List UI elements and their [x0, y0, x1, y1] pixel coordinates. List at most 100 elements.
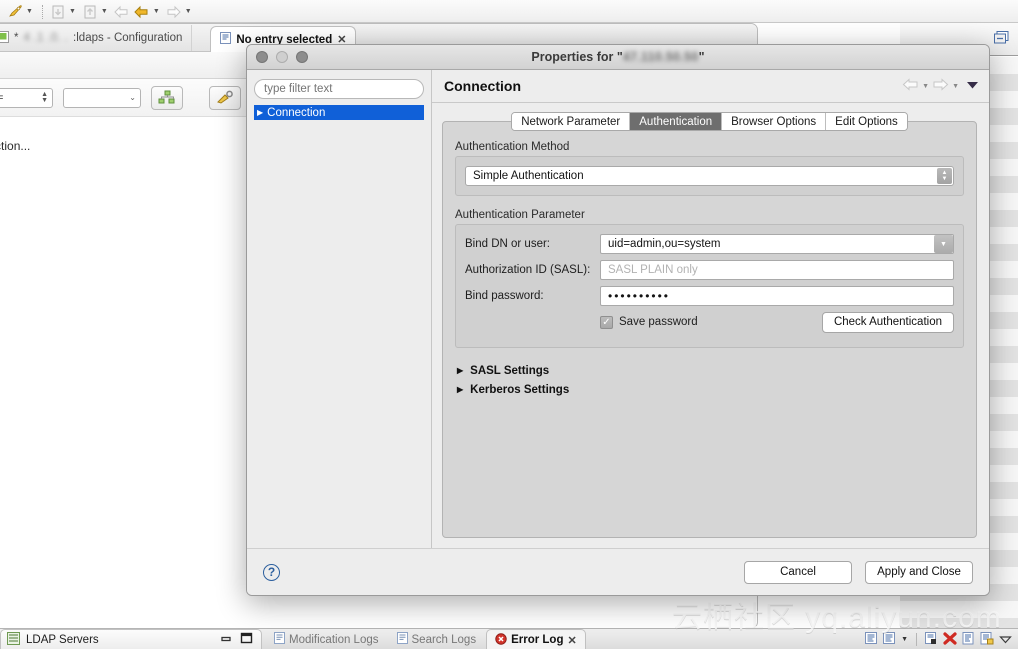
sasl-settings-expander[interactable]: ▶ SASL Settings: [455, 361, 964, 380]
export-icon[interactable]: [81, 3, 99, 21]
filter-input[interactable]: [254, 79, 424, 99]
tab-browser-options[interactable]: Browser Options: [722, 113, 827, 130]
dialog-body: ▶ Connection Connection ▼: [247, 70, 989, 548]
log-toolbar: ▼: [865, 629, 1012, 649]
bind-dn-row: Bind DN or user: ▼: [465, 234, 954, 254]
back-dropdown-caret[interactable]: ▼: [922, 83, 929, 90]
bind-password-input[interactable]: ••••••••••: [600, 286, 954, 306]
stepper-icon: ▲ ▼: [937, 168, 952, 184]
editor-tab-configuration[interactable]: * 4 .1 .0. . :ldaps - Configuration: [0, 25, 193, 51]
forward-arrow-icon[interactable]: [932, 78, 949, 94]
log-tab-label: Search Logs: [411, 633, 477, 646]
connection-status-text: nnection...: [0, 139, 31, 153]
clear-error-icon[interactable]: [943, 631, 957, 648]
bind-password-label: Bind password:: [465, 290, 544, 302]
content-header: Connection ▼ ▼: [432, 70, 989, 103]
chevron-right-icon[interactable]: ▶: [257, 108, 263, 117]
authorization-id-label: Authorization ID (SASL):: [465, 264, 591, 276]
back-dropdown-caret[interactable]: ▼: [153, 8, 160, 15]
editor-tab-blurred-host: 4 .1 .0. .: [23, 32, 69, 44]
back-arrow-icon[interactable]: [902, 78, 919, 94]
back-icon[interactable]: [133, 3, 151, 21]
export-dropdown-caret[interactable]: ▼: [101, 8, 108, 15]
authorization-id-row: Authorization ID (SASL):: [465, 260, 954, 280]
authentication-method-label: Authentication Method: [455, 141, 570, 153]
import-dropdown-caret[interactable]: ▼: [69, 8, 76, 15]
tree-item-connection[interactable]: ▶ Connection: [254, 105, 424, 120]
toolbar-separator: [916, 633, 917, 646]
tab-authentication[interactable]: Authentication: [630, 113, 723, 130]
forward-icon: [165, 3, 183, 21]
authentication-method-group: Simple Authentication ▲ ▼: [455, 156, 964, 196]
main-toolbar: ▼ ▼ ▼ ▼ ▼: [0, 0, 1018, 23]
log-tab-label: Error Log: [511, 634, 564, 646]
table-row: [900, 601, 1018, 618]
operator-value: =: [0, 91, 4, 104]
minimize-view-icon[interactable]: [220, 633, 232, 647]
export-log-icon[interactable]: [980, 631, 994, 648]
properties-dialog: Properties for "47.110.50.50" ▶ Connecti…: [246, 44, 990, 596]
settings-panel: Network Parameter Authentication Browser…: [442, 112, 977, 538]
tab-strip: Network Parameter Authentication Browser…: [442, 112, 977, 131]
chevron-down-icon[interactable]: ▼: [934, 235, 953, 253]
authorization-id-input[interactable]: [600, 260, 954, 280]
error-log-icon: [495, 632, 507, 648]
check-authentication-button[interactable]: Check Authentication: [821, 311, 954, 333]
chevron-right-icon[interactable]: ▶: [457, 385, 463, 394]
entry-icon: [220, 32, 232, 47]
authentication-tab-panel: Authentication Method Simple Authenticat…: [442, 121, 977, 538]
maximize-view-icon[interactable]: [240, 632, 253, 647]
bind-dn-input[interactable]: [600, 234, 954, 254]
view-menu-triangle-icon[interactable]: [966, 79, 979, 93]
log-view-dropdown-caret[interactable]: ▼: [901, 636, 908, 643]
chevron-right-icon[interactable]: ▶: [457, 366, 463, 375]
log-tab-label: Modification Logs: [289, 633, 379, 646]
close-icon[interactable]: ✕: [567, 634, 576, 647]
dialog-title-prefix: Properties for ": [531, 50, 623, 64]
delete-log-icon[interactable]: [925, 631, 938, 648]
ldap-servers-view-tab[interactable]: LDAP Servers: [0, 629, 262, 649]
log-view-icon[interactable]: [865, 631, 878, 648]
hierarchy-button[interactable]: [151, 85, 183, 110]
operator-combo[interactable]: = ▲ ▼: [0, 87, 53, 108]
forward-dropdown-caret[interactable]: ▼: [952, 83, 959, 90]
kerberos-settings-expander[interactable]: ▶ Kerberos Settings: [455, 380, 964, 399]
authentication-method-value: Simple Authentication: [473, 170, 584, 182]
tab-edit-options[interactable]: Edit Options: [826, 113, 907, 130]
apply-and-close-button[interactable]: Apply and Close: [865, 560, 973, 584]
authentication-method-select[interactable]: Simple Authentication ▲ ▼: [465, 166, 954, 186]
bind-password-row: Bind password: ••••••••••: [465, 286, 954, 306]
dialog-title-bar: Properties for "47.110.50.50": [247, 45, 989, 70]
cancel-button[interactable]: Cancel: [744, 560, 852, 584]
details-icon[interactable]: [962, 631, 975, 648]
log-tab-modification-logs[interactable]: Modification Logs: [266, 629, 387, 649]
save-password-checkbox[interactable]: ✓: [600, 315, 613, 329]
log-tab-search-logs[interactable]: Search Logs: [389, 629, 485, 649]
rocket-dropdown-caret[interactable]: ▼: [26, 8, 33, 15]
settings-tree: ▶ Connection: [254, 105, 424, 120]
config-file-icon: [0, 30, 9, 46]
log-icon: [396, 632, 408, 647]
tab-network-parameter[interactable]: Network Parameter: [512, 113, 631, 130]
import-icon[interactable]: [49, 3, 67, 21]
save-password-label: Save password: [619, 316, 698, 328]
authentication-parameter-label: Authentication Parameter: [455, 209, 585, 221]
restore-view-icon[interactable]: [993, 30, 1010, 48]
bind-dn-label: Bind DN or user:: [465, 238, 551, 250]
view-menu-triangle-icon[interactable]: [999, 633, 1012, 647]
rocket-icon[interactable]: [6, 3, 24, 21]
back-light-icon: [113, 3, 131, 21]
tools-button[interactable]: [209, 85, 241, 110]
log-tab-bar: Modification Logs Search Logs Error Log …: [266, 629, 586, 649]
log-view-2-icon[interactable]: [883, 631, 896, 648]
forward-dropdown-caret[interactable]: ▼: [185, 8, 192, 15]
editor-tab-label-suffix: :ldaps - Configuration: [73, 32, 183, 44]
password-actions-row: ✓ Save password Check Authentication: [465, 311, 954, 333]
log-tab-error-log[interactable]: Error Log ✕: [486, 629, 586, 649]
log-icon: [274, 632, 285, 647]
bottom-bar: LDAP Servers Modification Logs Search Lo…: [0, 628, 1018, 649]
authentication-parameter-group: Bind DN or user: ▼ Authorization ID (SAS…: [455, 224, 964, 348]
value-combo[interactable]: ⌄: [63, 87, 141, 108]
save-password-checkbox-wrap[interactable]: ✓ Save password: [600, 315, 698, 329]
help-button[interactable]: ?: [263, 563, 280, 581]
